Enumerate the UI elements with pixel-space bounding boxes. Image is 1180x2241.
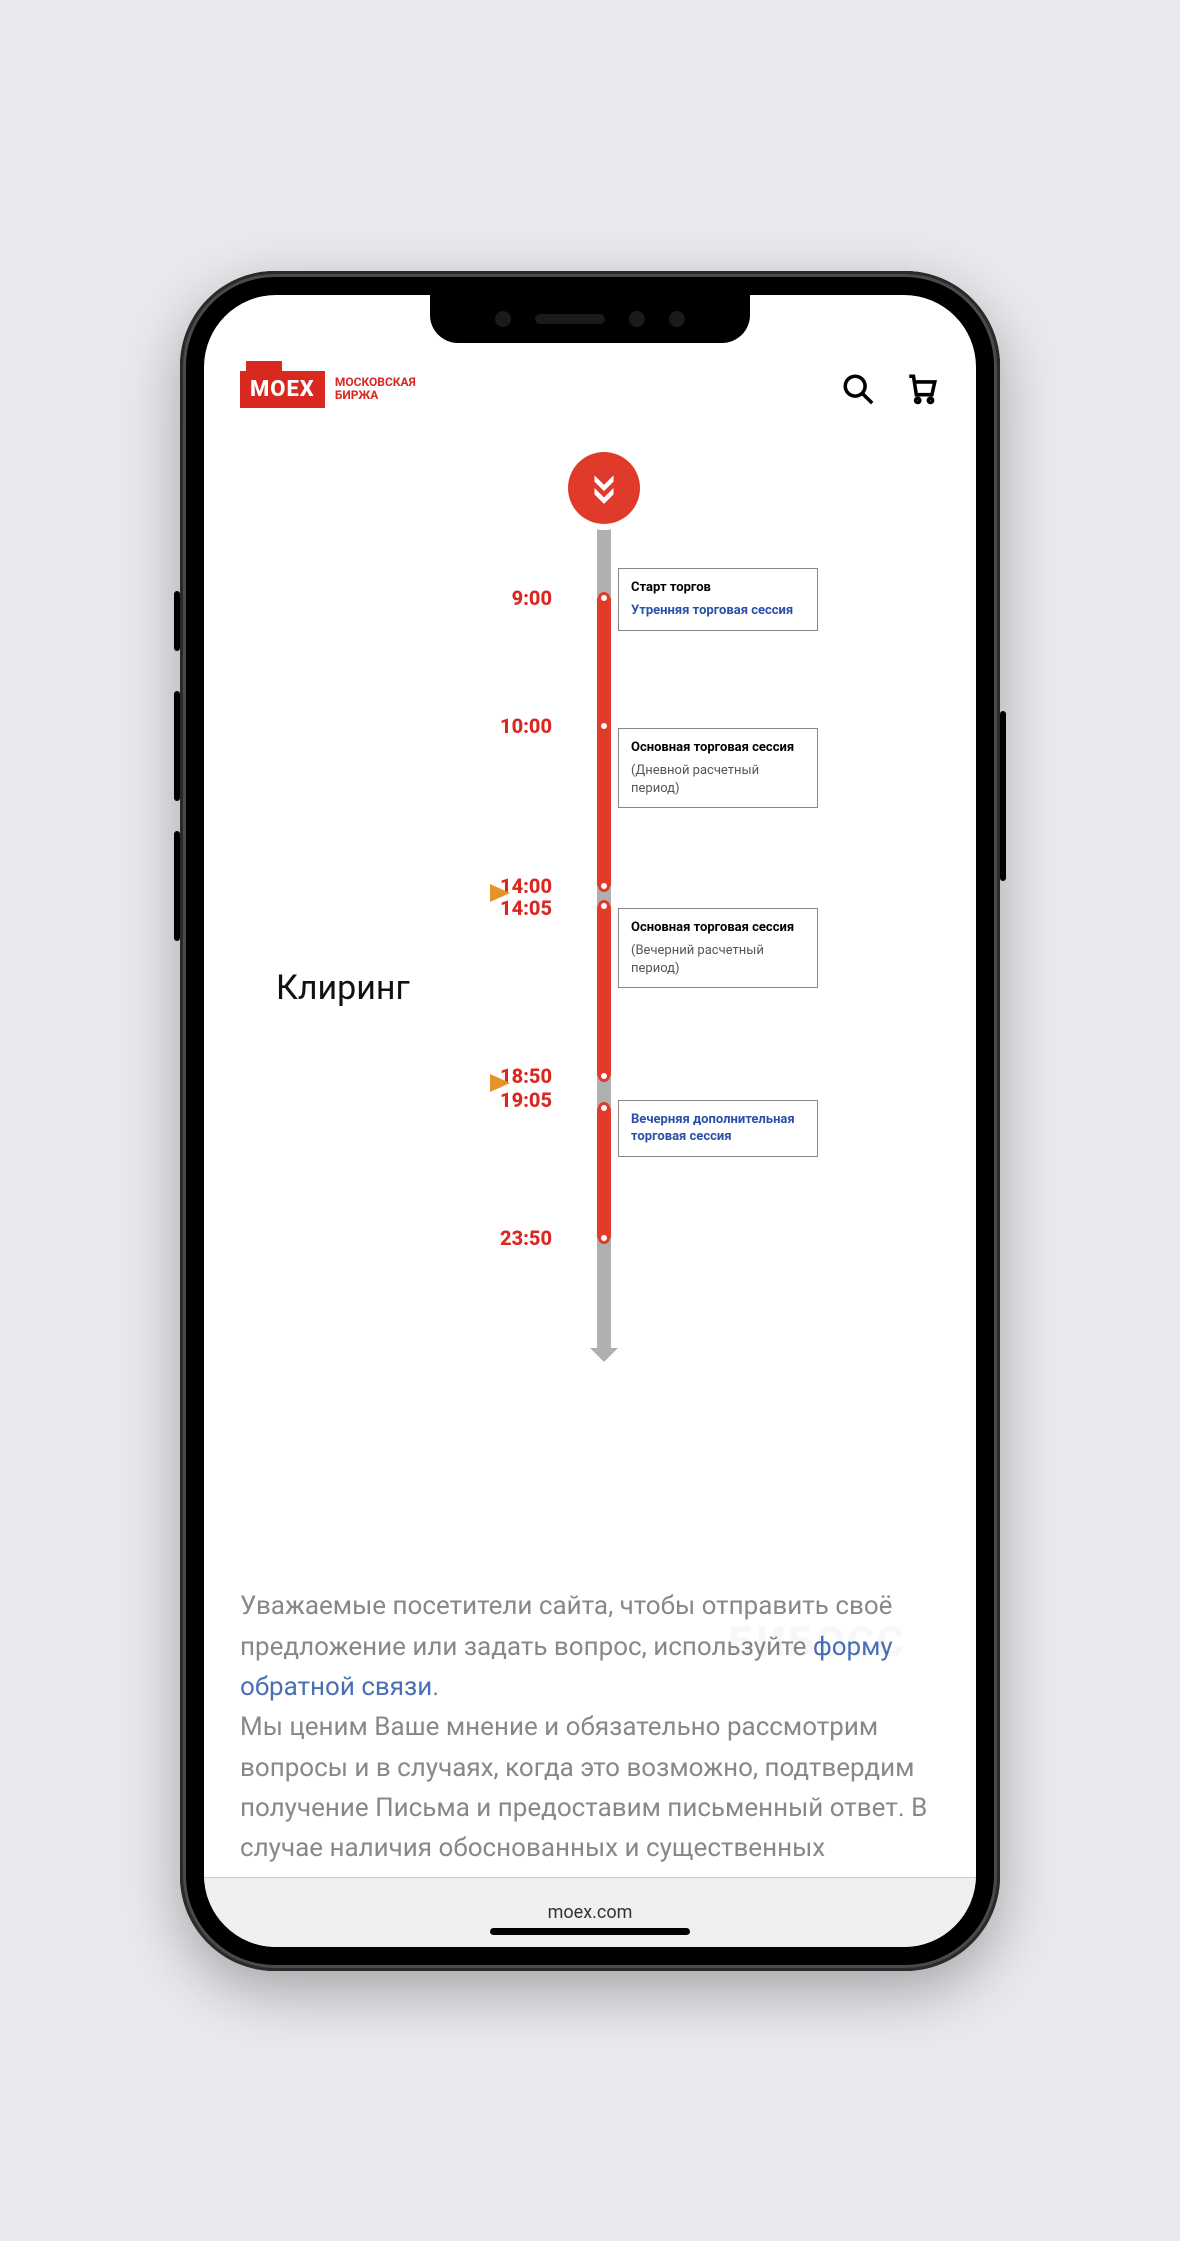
card-title: Основная торговая сессия	[631, 739, 805, 757]
timeline-dot	[598, 880, 610, 892]
timeline-segment-red	[597, 1108, 611, 1238]
timeline-axis	[597, 488, 611, 1348]
chevron-down-icon	[590, 1348, 618, 1362]
address-text: moex.com	[548, 1902, 633, 1923]
screen: MOEX МОСКОВСКАЯ БИРЖА	[204, 295, 976, 1947]
footer-line1: Уважаемые посетители сайта, чтобы отправ…	[240, 1591, 892, 1661]
clearing-label: Клиринг	[276, 968, 410, 1008]
site-header: MOEX МОСКОВСКАЯ БИРЖА	[204, 355, 976, 428]
timeline-dot	[598, 900, 610, 912]
search-icon[interactable]	[840, 371, 876, 407]
footer-line2: Мы ценим Ваше мнение и обязательно рассм…	[240, 1712, 927, 1863]
page-content[interactable]: MOEX МОСКОВСКАЯ БИРЖА	[204, 295, 976, 1877]
phone-frame: MOEX МОСКОВСКАЯ БИРЖА	[180, 271, 1000, 1971]
timeline-card[interactable]: Основная торговая сессия (Вечерний расче…	[618, 908, 818, 989]
notch	[430, 295, 750, 343]
moex-logo[interactable]: MOEX МОСКОВСКАЯ БИРЖА	[240, 371, 416, 408]
timeline-card[interactable]: Вечерняя дополнительная торговая сессия	[618, 1100, 818, 1157]
timeline-container: 9:00 10:00 14:00 14:05 18:50 19:05 23:50…	[204, 428, 976, 1567]
arrow-right-icon	[320, 1074, 510, 1092]
side-button	[174, 831, 180, 941]
side-button	[1000, 711, 1006, 881]
timeline-card[interactable]: Основная торговая сессия (Дневной расчет…	[618, 728, 818, 809]
time-label: 23:50	[500, 1226, 552, 1250]
time-label: 9:00	[512, 586, 552, 610]
timeline-dot	[598, 1232, 610, 1244]
header-icons	[840, 371, 940, 407]
timeline: 9:00 10:00 14:00 14:05 18:50 19:05 23:50…	[240, 488, 940, 1348]
timeline-card[interactable]: Старт торгов Утренняя торговая сессия	[618, 568, 818, 631]
card-title: Основная торговая сессия	[631, 919, 805, 937]
timeline-dot	[598, 592, 610, 604]
card-sub: (Вечерний расчетный период)	[631, 942, 805, 977]
card-link[interactable]: Утренняя торговая сессия	[631, 602, 805, 620]
card-sub: (Дневной расчетный период)	[631, 762, 805, 797]
arrow-right-icon	[320, 884, 510, 902]
card-title: Старт торгов	[631, 579, 805, 597]
timeline-dot	[598, 1070, 610, 1082]
browser-address-bar[interactable]: moex.com	[204, 1877, 976, 1947]
logo-mark: MOEX	[240, 371, 325, 408]
timeline-dot	[598, 720, 610, 732]
logo-text: МОСКОВСКАЯ БИРЖА	[335, 376, 416, 402]
side-button	[174, 691, 180, 801]
start-marker	[568, 452, 640, 524]
side-button	[174, 591, 180, 651]
footer-text: Уважаемые посетители сайта, чтобы отправ…	[204, 1566, 976, 1876]
timeline-segment-red	[597, 906, 611, 1076]
timeline-segment-red	[597, 598, 611, 886]
period: .	[432, 1672, 439, 1702]
timeline-dot	[598, 1102, 610, 1114]
cart-icon[interactable]	[904, 371, 940, 407]
home-indicator[interactable]	[490, 1928, 690, 1935]
time-label: 10:00	[500, 714, 552, 738]
card-link[interactable]: Вечерняя дополнительная торговая сессия	[631, 1111, 805, 1146]
logo-line2: БИРЖА	[335, 389, 416, 402]
